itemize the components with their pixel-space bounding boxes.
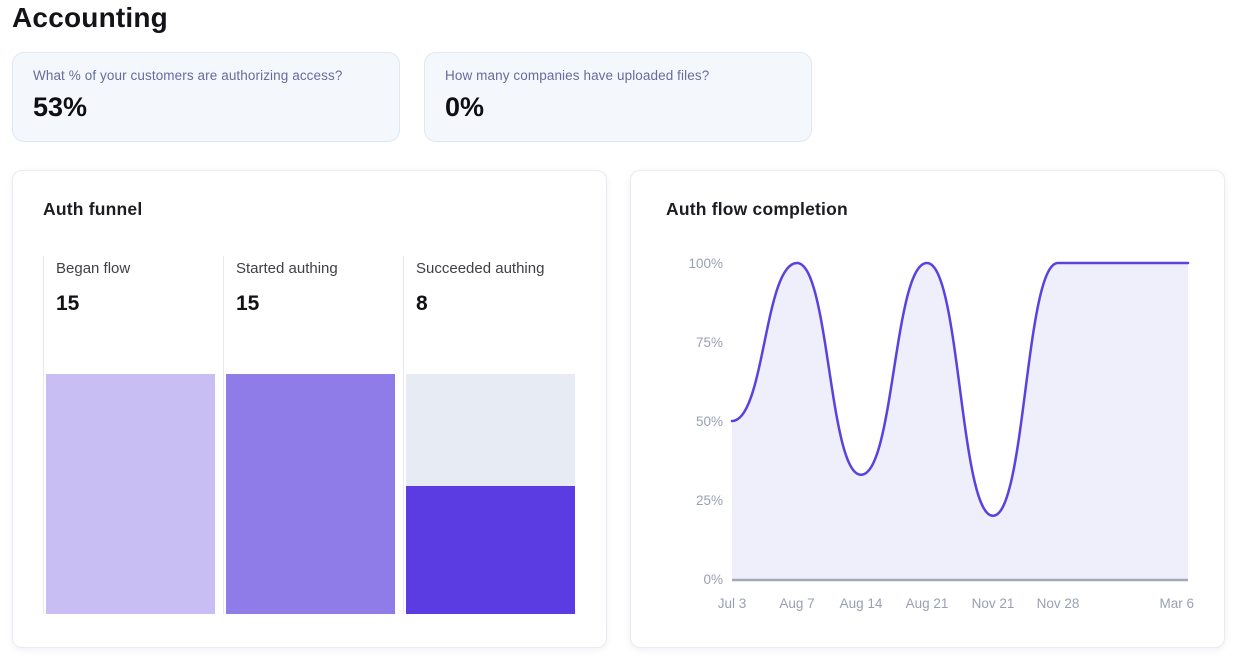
y-tick-label: 50% xyxy=(696,414,723,429)
x-tick-label: Aug 21 xyxy=(906,596,949,611)
auth-funnel-title: Auth funnel xyxy=(43,199,142,220)
funnel-column-label: Began flow xyxy=(56,260,130,277)
x-tick-label: Jul 3 xyxy=(718,596,747,611)
funnel-column: Started authing 15 xyxy=(223,256,403,614)
funnel-column: Succeeded authing 8 xyxy=(403,256,583,614)
stat-card-authorizing-access: What % of your customers are authorizing… xyxy=(12,52,400,142)
y-tick-label: 100% xyxy=(688,256,723,271)
funnel-column-label: Succeeded authing xyxy=(416,260,544,277)
stat-value: 0% xyxy=(445,92,791,123)
funnel-column-value: 15 xyxy=(236,292,259,316)
funnel-column-value: 15 xyxy=(56,292,79,316)
x-tick-label: Aug 7 xyxy=(779,596,814,611)
auth-flow-completion-card: Auth flow completion 0%25%50%75%100%Jul … xyxy=(630,170,1225,648)
stat-value: 53% xyxy=(33,92,379,123)
area-fill xyxy=(732,263,1188,579)
funnel-bar-track xyxy=(406,374,575,614)
y-tick-label: 75% xyxy=(696,335,723,350)
funnel-column: Began flow 15 xyxy=(43,256,223,614)
x-tick-label: Mar 6 xyxy=(1159,596,1194,611)
x-tick-label: Aug 14 xyxy=(840,596,883,611)
funnel-bar xyxy=(226,374,395,614)
stat-label: What % of your customers are authorizing… xyxy=(33,68,379,83)
funnel-column-label: Started authing xyxy=(236,260,338,277)
funnel-bar-track xyxy=(46,374,215,614)
stat-label: How many companies have uploaded files? xyxy=(445,68,791,83)
funnel-columns: Began flow 15 Started authing 15 Succeeded a… xyxy=(43,256,583,614)
x-tick-label: Nov 21 xyxy=(972,596,1015,611)
funnel-bar xyxy=(406,486,575,614)
funnel-column-value: 8 xyxy=(416,292,428,316)
x-tick-label: Nov 28 xyxy=(1037,596,1080,611)
auth-funnel-card: Auth funnel Began flow 15 Started authing 1… xyxy=(12,170,607,648)
funnel-bar-track xyxy=(226,374,395,614)
y-tick-label: 0% xyxy=(703,572,723,587)
y-tick-label: 25% xyxy=(696,493,723,508)
auth-flow-completion-chart: 0% 25% 50% 75% 100% Jul 3 Aug 7 Aug 14 Aug 21 Nov… xyxy=(631,171,1226,649)
stat-card-uploaded-files: How many companies have uploaded files? … xyxy=(424,52,812,142)
funnel-bar xyxy=(46,374,215,614)
page-title: Accounting xyxy=(12,2,168,34)
